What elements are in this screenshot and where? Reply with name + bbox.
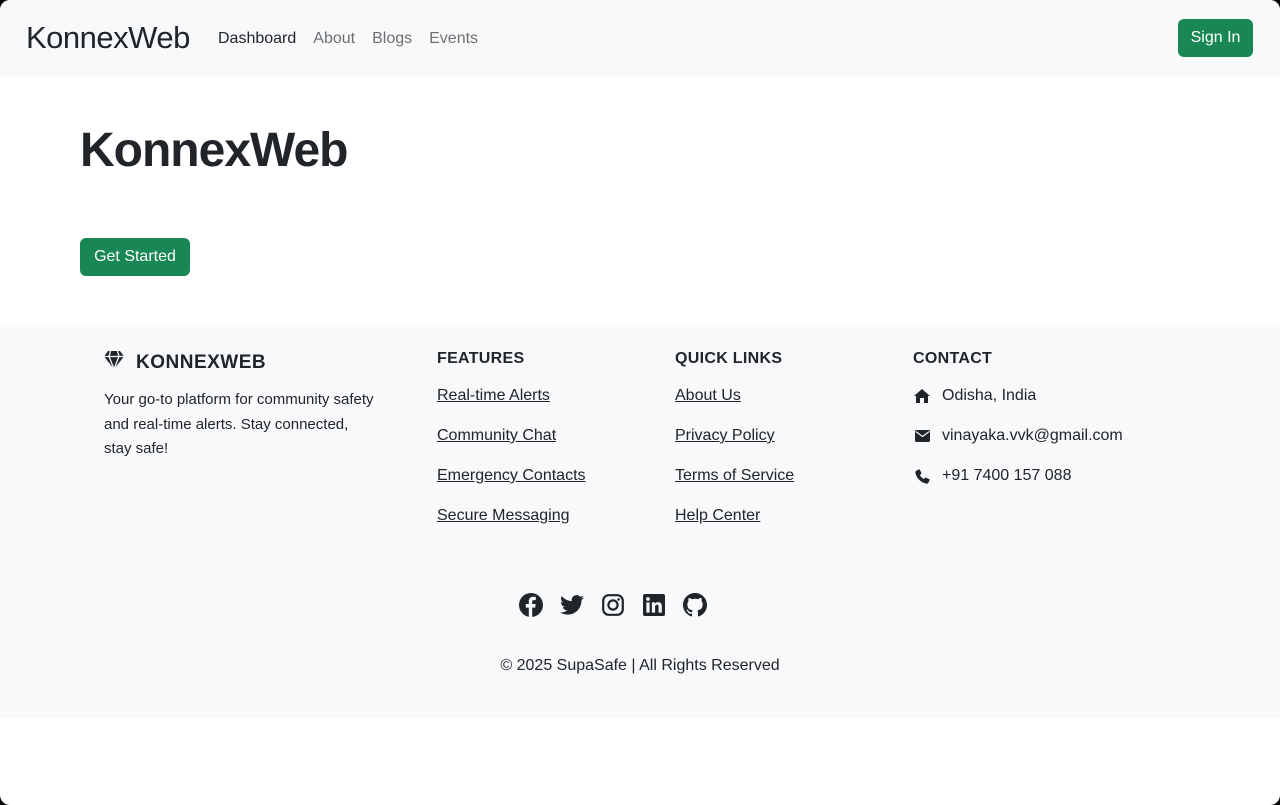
- link-privacy-policy[interactable]: Privacy Policy: [675, 427, 775, 444]
- link-help-center[interactable]: Help Center: [675, 507, 760, 524]
- list-item: Real-time Alerts: [437, 386, 586, 426]
- nav-link-events[interactable]: Events: [429, 29, 478, 49]
- nav-link-dashboard[interactable]: Dashboard: [218, 29, 296, 49]
- sign-in-button[interactable]: Sign In: [1178, 19, 1253, 57]
- list-item: Community Chat: [437, 426, 586, 466]
- phone-icon: [913, 466, 931, 486]
- footer-brand-name: KONNEXWEB: [136, 351, 267, 373]
- footer: KONNEXWEB Your go-to platform for commun…: [0, 325, 1280, 718]
- instagram-icon[interactable]: [600, 592, 625, 617]
- contact-phone-text: +91 7400 157 088: [942, 467, 1072, 484]
- link-real-time-alerts[interactable]: Real-time Alerts: [437, 387, 550, 404]
- footer-description: Your go-to platform for community safety…: [104, 391, 374, 457]
- linkedin-icon[interactable]: [641, 592, 666, 617]
- contact-item-location: Odisha, India: [913, 386, 1123, 426]
- copyright-text: © 2025 SupaSafe | All Rights Reserved: [500, 657, 780, 674]
- link-emergency-contacts[interactable]: Emergency Contacts: [437, 467, 586, 484]
- footer-brand: KONNEXWEB: [104, 350, 267, 374]
- quick-links-heading: QUICK LINKS: [675, 350, 783, 367]
- nav-link-about[interactable]: About: [313, 29, 355, 49]
- list-item: Secure Messaging: [437, 506, 586, 546]
- list-item: Help Center: [675, 506, 794, 546]
- list-item: Emergency Contacts: [437, 466, 586, 506]
- nav-link-blogs[interactable]: Blogs: [372, 29, 412, 49]
- social-links: [518, 592, 707, 617]
- link-community-chat[interactable]: Community Chat: [437, 427, 556, 444]
- twitter-icon[interactable]: [559, 592, 584, 617]
- list-item: Terms of Service: [675, 466, 794, 506]
- get-started-button[interactable]: Get Started: [80, 238, 190, 276]
- contact-item-email: vinayaka.vvk@gmail.com: [913, 426, 1123, 466]
- home-icon: [913, 386, 931, 406]
- list-item: Privacy Policy: [675, 426, 794, 466]
- features-links: Real-time Alerts Community Chat Emergenc…: [437, 386, 586, 546]
- contact-heading: CONTACT: [913, 350, 993, 367]
- navbar-brand[interactable]: KonnexWeb: [26, 20, 190, 56]
- contact-item-phone: +91 7400 157 088: [913, 466, 1123, 506]
- gem-icon: [104, 350, 124, 374]
- hero-title: KonnexWeb: [80, 124, 348, 177]
- link-about-us[interactable]: About Us: [675, 387, 741, 404]
- browser-viewport: KonnexWeb Dashboard About Blogs Events S…: [0, 0, 1280, 805]
- list-item: About Us: [675, 386, 794, 426]
- nav-links: Dashboard About Blogs Events: [218, 29, 478, 49]
- quick-links: About Us Privacy Policy Terms of Service…: [675, 386, 794, 546]
- contact-location-text: Odisha, India: [942, 387, 1037, 404]
- contact-email-text: vinayaka.vvk@gmail.com: [942, 427, 1123, 444]
- envelope-icon: [913, 426, 931, 446]
- facebook-icon[interactable]: [518, 592, 543, 617]
- github-icon[interactable]: [682, 592, 707, 617]
- navbar: KonnexWeb Dashboard About Blogs Events S…: [0, 0, 1280, 76]
- link-terms-of-service[interactable]: Terms of Service: [675, 467, 794, 484]
- features-heading: FEATURES: [437, 350, 525, 367]
- link-secure-messaging[interactable]: Secure Messaging: [437, 507, 570, 524]
- contact-list: Odisha, India vinayaka.vvk@gmail.com +91…: [913, 386, 1123, 506]
